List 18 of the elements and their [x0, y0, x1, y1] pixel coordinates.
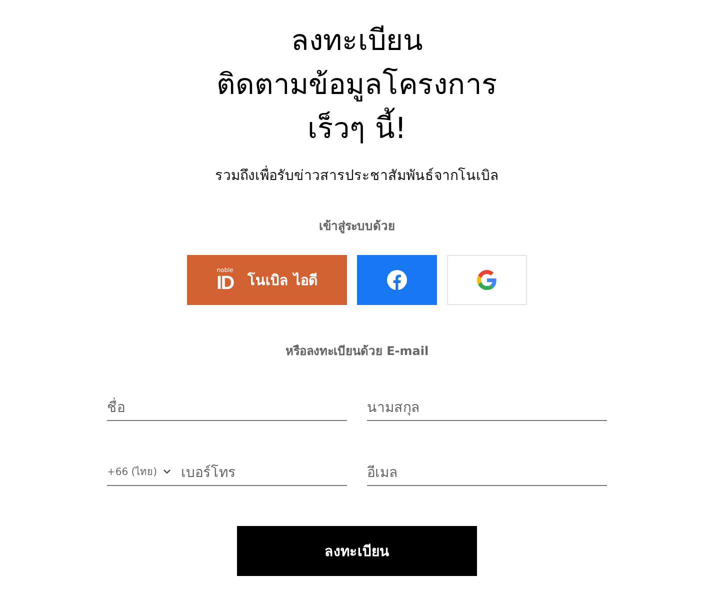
- input-field[interactable]: ชื่อ: [107, 392, 347, 420]
- phone-field[interactable]: เบอร์โทร: [181, 457, 347, 485]
- google-icon: [477, 270, 497, 290]
- login-label: เข้าสู่ระบบด้วย: [319, 218, 395, 235]
- heading-line: ลงทะเบียน: [291, 22, 423, 59]
- email-label: หรือลงทะเบียนด้วย E-mail: [285, 343, 429, 360]
- country-code-select[interactable]: +66 (ไทย): [107, 464, 172, 478]
- input-field[interactable]: อีเมล: [367, 457, 607, 485]
- register-button[interactable]: ลงทะเบียน: [237, 526, 477, 576]
- subtitle: รวมถึงเพื่อรับข่าวสารประชาสัมพันธ์จากโนเบิล: [215, 164, 499, 186]
- input-field[interactable]: นามสกุล: [367, 392, 607, 420]
- heading-line: ติดตามข้อมูลโครงการ: [216, 66, 498, 104]
- chevron-down-icon: [163, 468, 172, 474]
- google-login-button[interactable]: [447, 255, 527, 305]
- heading-line: เร็วๆ นี้!: [308, 106, 406, 150]
- facebook-login-button[interactable]: [357, 255, 437, 305]
- button-label: โนเบิล ไอดี: [248, 271, 318, 291]
- facebook-icon: [387, 270, 407, 290]
